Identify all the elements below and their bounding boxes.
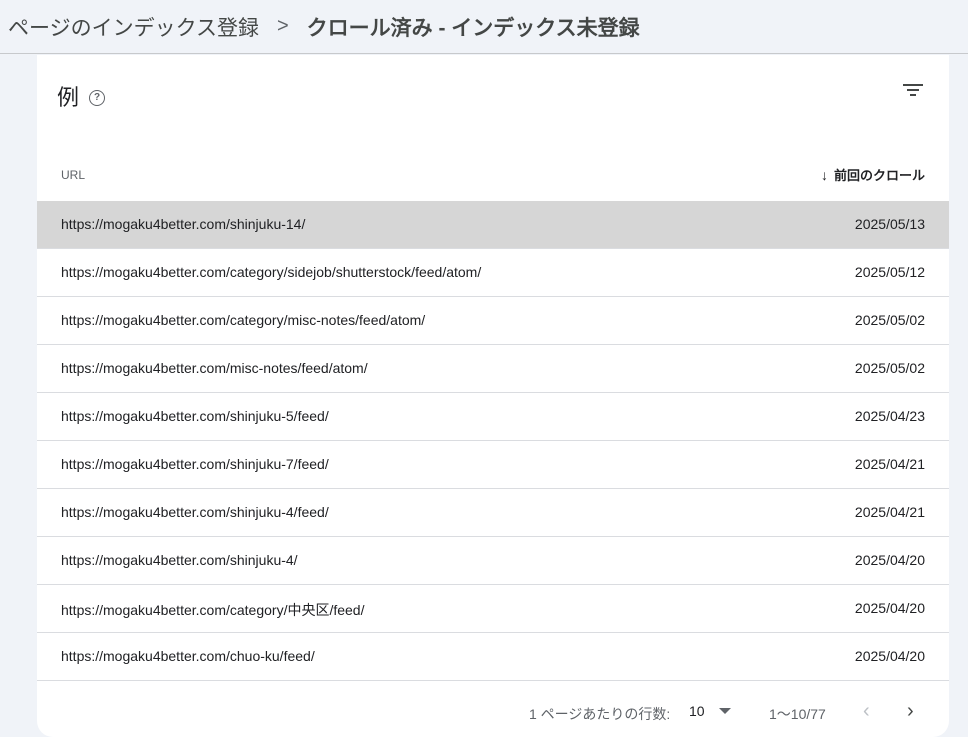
row-url: https://mogaku4better.com/shinjuku-4/fee… <box>61 504 329 520</box>
row-url: https://mogaku4better.com/category/sidej… <box>61 264 482 280</box>
row-url: https://mogaku4better.com/shinjuku-14/ <box>61 216 306 232</box>
column-header-last-crawl-label: 前回のクロール <box>833 168 925 183</box>
table-row[interactable]: https://mogaku4better.com/chuo-ku/feed/ … <box>37 633 949 681</box>
column-header-url[interactable]: URL <box>61 168 85 182</box>
table-row[interactable]: https://mogaku4better.com/category/中央区/f… <box>37 585 949 633</box>
row-date: 2025/04/20 <box>854 648 925 664</box>
card-title-text: 例 <box>57 85 80 110</box>
filter-icon[interactable] <box>903 82 923 98</box>
chevron-left-icon[interactable]: ‹ <box>863 700 870 723</box>
help-icon[interactable]: ? <box>89 90 106 106</box>
rows-per-page-value: 10 <box>689 703 705 719</box>
row-url: https://mogaku4better.com/misc-notes/fee… <box>61 360 368 376</box>
row-date: 2025/05/02 <box>854 360 925 376</box>
chevron-right-icon[interactable]: › <box>907 700 914 723</box>
row-date: 2025/05/12 <box>854 264 925 280</box>
page-range: 1〜10/77 <box>769 706 826 722</box>
table-row[interactable]: https://mogaku4better.com/shinjuku-5/fee… <box>37 393 949 441</box>
dropdown-arrow-icon <box>718 708 731 714</box>
table-header: URL ↓ 前回のクロール <box>37 150 949 200</box>
row-date: 2025/04/23 <box>854 408 925 424</box>
row-url: https://mogaku4better.com/shinjuku-5/fee… <box>61 408 329 424</box>
table-row[interactable]: https://mogaku4better.com/misc-notes/fee… <box>37 345 949 393</box>
breadcrumb-parent-link[interactable]: ページのインデックス登録 <box>8 12 259 42</box>
table-row[interactable]: https://mogaku4better.com/shinjuku-7/fee… <box>37 441 949 489</box>
table-body: https://mogaku4better.com/shinjuku-14/ 2… <box>37 201 949 681</box>
row-date: 2025/05/13 <box>854 216 925 232</box>
table-row[interactable]: https://mogaku4better.com/category/misc-… <box>37 297 949 345</box>
page-title: クロール済み - インデックス未登録 <box>306 16 640 40</box>
column-header-last-crawl[interactable]: ↓ 前回のクロール <box>821 165 925 184</box>
table-row[interactable]: https://mogaku4better.com/shinjuku-4/ 20… <box>37 537 949 585</box>
table-row[interactable]: https://mogaku4better.com/shinjuku-4/fee… <box>37 489 949 537</box>
row-date: 2025/04/21 <box>854 504 925 520</box>
row-date: 2025/04/21 <box>854 456 925 472</box>
pagination: 1 ページあたりの行数: 10 1〜10/77 ‹ › <box>37 700 949 732</box>
row-url: https://mogaku4better.com/category/misc-… <box>61 312 426 328</box>
row-url: https://mogaku4better.com/chuo-ku/feed/ <box>61 648 315 664</box>
row-date: 2025/04/20 <box>854 600 925 616</box>
chevron-right-icon: > <box>276 15 289 37</box>
sort-descending-icon: ↓ <box>820 166 828 183</box>
table-row[interactable]: https://mogaku4better.com/shinjuku-14/ 2… <box>37 201 949 249</box>
row-url: https://mogaku4better.com/shinjuku-4/ <box>61 552 298 568</box>
rows-per-page-select[interactable]: 10 <box>689 703 731 719</box>
row-date: 2025/05/02 <box>854 312 925 328</box>
row-url: https://mogaku4better.com/category/中央区/f… <box>61 602 365 618</box>
table-row[interactable]: https://mogaku4better.com/category/sidej… <box>37 249 949 297</box>
examples-card: 例 ? URL ↓ 前回のクロール https://mogaku4better.… <box>37 55 949 737</box>
card-title: 例 ? <box>57 80 106 112</box>
rows-per-page-label: 1 ページあたりの行数: <box>529 706 671 722</box>
row-url: https://mogaku4better.com/shinjuku-7/fee… <box>61 456 329 472</box>
row-date: 2025/04/20 <box>854 552 925 568</box>
breadcrumb: ページのインデックス登録 > クロール済み - インデックス未登録 <box>0 0 968 54</box>
